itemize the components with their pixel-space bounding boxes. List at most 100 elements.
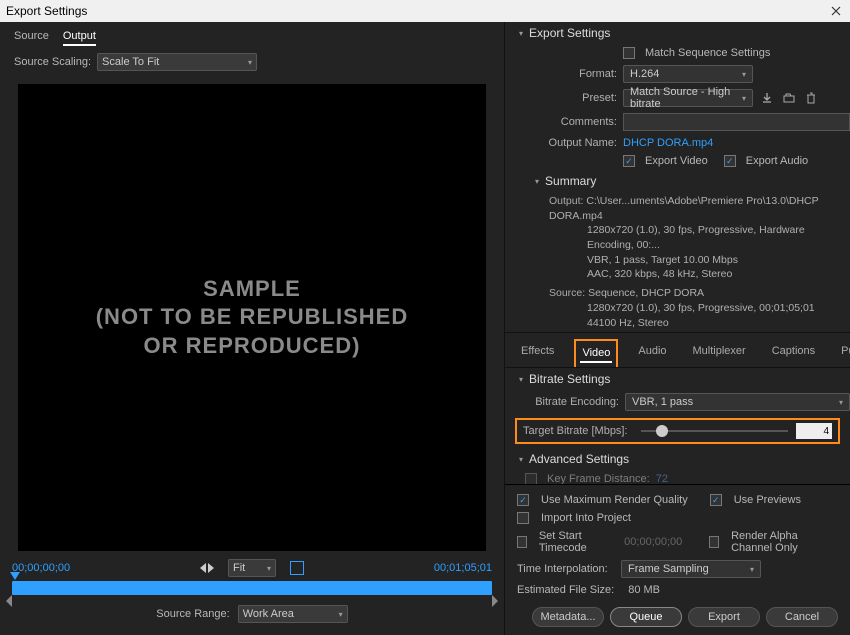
source-scaling-select[interactable]: Scale To Fit ▾ bbox=[97, 53, 257, 71]
preview-text-2: (NOT TO BE REPUBLISHED bbox=[96, 303, 409, 332]
summary-source: Source: Sequence, DHCP DORA 1280x720 (1.… bbox=[505, 284, 850, 332]
export-settings-heading[interactable]: ▾ Export Settings bbox=[505, 22, 850, 44]
summary-output: Output: C:\User...uments\Adobe\Premiere … bbox=[505, 192, 850, 284]
timecode-out[interactable]: 00;01;05;01 bbox=[434, 562, 492, 574]
chevron-down-icon: ▾ bbox=[742, 94, 746, 103]
preset-select[interactable]: Match Source - High bitrate ▾ bbox=[623, 89, 753, 107]
target-bitrate-row: Target Bitrate [Mbps]: 4 bbox=[515, 418, 840, 444]
timeline-track[interactable] bbox=[12, 581, 492, 595]
use-max-render-checkbox[interactable] bbox=[517, 494, 529, 506]
use-previews-checkbox[interactable] bbox=[710, 494, 722, 506]
titlebar: Export Settings bbox=[0, 0, 850, 22]
delete-preset-icon[interactable] bbox=[803, 91, 819, 105]
time-interp-label: Time Interpolation: bbox=[517, 563, 613, 575]
export-audio-checkbox[interactable] bbox=[724, 155, 736, 167]
target-bitrate-input[interactable]: 4 bbox=[796, 423, 832, 439]
source-range-select[interactable]: Work Area ▾ bbox=[238, 605, 348, 623]
bitrate-settings-heading[interactable]: ▾ Bitrate Settings bbox=[505, 368, 850, 390]
bottom-options: Use Maximum Render Quality Use Previews … bbox=[505, 484, 850, 635]
source-scaling-label: Source Scaling: bbox=[14, 56, 91, 68]
time-interp-select[interactable]: Frame Sampling ▾ bbox=[621, 560, 761, 578]
export-video-label: Export Video bbox=[645, 155, 708, 167]
match-sequence-label: Match Sequence Settings bbox=[645, 47, 770, 59]
export-video-checkbox[interactable] bbox=[623, 155, 635, 167]
chevron-down-icon: ▾ bbox=[519, 375, 523, 384]
advanced-heading-label: Advanced Settings bbox=[529, 452, 629, 466]
keyframe-distance-checkbox[interactable] bbox=[525, 473, 537, 484]
bitrate-encoding-label: Bitrate Encoding: bbox=[525, 396, 625, 408]
window-title: Export Settings bbox=[6, 4, 87, 18]
preview-pane: Source Output Source Scaling: Scale To F… bbox=[0, 22, 505, 635]
chevron-down-icon: ▾ bbox=[519, 455, 523, 464]
set-start-tc-label: Set Start Timecode bbox=[539, 530, 612, 554]
advanced-settings-heading[interactable]: ▾ Advanced Settings bbox=[505, 448, 850, 470]
bitrate-encoding-value: VBR, 1 pass bbox=[632, 396, 693, 408]
preset-value: Match Source - High bitrate bbox=[630, 86, 742, 110]
chevron-down-icon: ▾ bbox=[839, 398, 843, 407]
import-project-label: Import Into Project bbox=[541, 512, 631, 524]
step-back-icon[interactable] bbox=[200, 563, 214, 573]
format-select[interactable]: H.264 ▾ bbox=[623, 65, 753, 83]
summary-heading[interactable]: ▾ Summary bbox=[505, 170, 850, 192]
target-bitrate-slider[interactable] bbox=[641, 430, 788, 432]
set-start-tc-checkbox[interactable] bbox=[517, 536, 527, 548]
chevron-down-icon: ▾ bbox=[267, 564, 271, 573]
tab-effects[interactable]: Effects bbox=[515, 339, 560, 367]
settings-pane: ▾ Export Settings Match Sequence Setting… bbox=[505, 22, 850, 635]
chevron-down-icon: ▾ bbox=[742, 70, 746, 79]
tab-audio[interactable]: Audio bbox=[632, 339, 672, 367]
in-handle-icon[interactable] bbox=[6, 595, 12, 607]
chevron-down-icon: ▾ bbox=[339, 610, 343, 619]
time-interp-value: Frame Sampling bbox=[628, 563, 709, 575]
keyframe-distance-value: 72 bbox=[656, 473, 668, 484]
output-name-link[interactable]: DHCP DORA.mp4 bbox=[623, 137, 713, 149]
comments-label: Comments: bbox=[535, 116, 623, 128]
preview-text-1: SAMPLE bbox=[96, 275, 409, 304]
timecode-in[interactable]: 00;00;00;00 bbox=[12, 562, 70, 574]
use-max-render-label: Use Maximum Render Quality bbox=[541, 494, 688, 506]
source-range-value: Work Area bbox=[243, 608, 294, 620]
import-preset-icon[interactable] bbox=[781, 91, 797, 105]
save-preset-icon[interactable] bbox=[759, 91, 775, 105]
keyframe-distance-label: Key Frame Distance: bbox=[547, 473, 650, 484]
queue-button[interactable]: Queue bbox=[610, 607, 682, 627]
out-handle-icon[interactable] bbox=[492, 595, 498, 607]
export-settings-label: Export Settings bbox=[529, 26, 610, 40]
aspect-crop-icon[interactable] bbox=[290, 561, 304, 575]
zoom-fit-value: Fit bbox=[233, 562, 245, 574]
tab-publish[interactable]: Publish bbox=[835, 339, 850, 367]
tab-source[interactable]: Source bbox=[14, 30, 49, 46]
preview-text-3: OR REPRODUCED) bbox=[96, 332, 409, 361]
export-audio-label: Export Audio bbox=[746, 155, 808, 167]
bitrate-encoding-select[interactable]: VBR, 1 pass ▾ bbox=[625, 393, 850, 411]
comments-input[interactable] bbox=[623, 113, 850, 131]
start-tc-value: 00;00;00;00 bbox=[624, 536, 682, 548]
render-alpha-label: Render Alpha Channel Only bbox=[731, 530, 838, 554]
chevron-down-icon: ▾ bbox=[519, 29, 523, 38]
bitrate-heading-label: Bitrate Settings bbox=[529, 372, 610, 386]
chevron-down-icon: ▾ bbox=[750, 565, 754, 574]
metadata-button[interactable]: Metadata... bbox=[532, 607, 604, 627]
preset-label: Preset: bbox=[535, 92, 623, 104]
est-size-value: 80 MB bbox=[628, 584, 660, 596]
chevron-down-icon: ▾ bbox=[535, 177, 539, 186]
slider-knob[interactable] bbox=[656, 425, 668, 437]
est-size-label: Estimated File Size: bbox=[517, 584, 614, 596]
export-button[interactable]: Export bbox=[688, 607, 760, 627]
render-alpha-checkbox[interactable] bbox=[709, 536, 719, 548]
output-name-label: Output Name: bbox=[535, 137, 623, 149]
close-icon[interactable] bbox=[828, 3, 844, 19]
tab-multiplexer[interactable]: Multiplexer bbox=[687, 339, 752, 367]
tab-captions[interactable]: Captions bbox=[766, 339, 821, 367]
cancel-button[interactable]: Cancel bbox=[766, 607, 838, 627]
target-bitrate-label: Target Bitrate [Mbps]: bbox=[523, 425, 633, 437]
chevron-down-icon: ▾ bbox=[248, 58, 252, 67]
zoom-fit-select[interactable]: Fit ▾ bbox=[228, 559, 276, 577]
import-project-checkbox[interactable] bbox=[517, 512, 529, 524]
summary-label: Summary bbox=[545, 174, 596, 188]
source-range-label: Source Range: bbox=[156, 608, 229, 620]
match-sequence-checkbox[interactable] bbox=[623, 47, 635, 59]
tab-output[interactable]: Output bbox=[63, 30, 96, 46]
use-previews-label: Use Previews bbox=[734, 494, 801, 506]
tab-video[interactable]: Video bbox=[574, 339, 618, 367]
